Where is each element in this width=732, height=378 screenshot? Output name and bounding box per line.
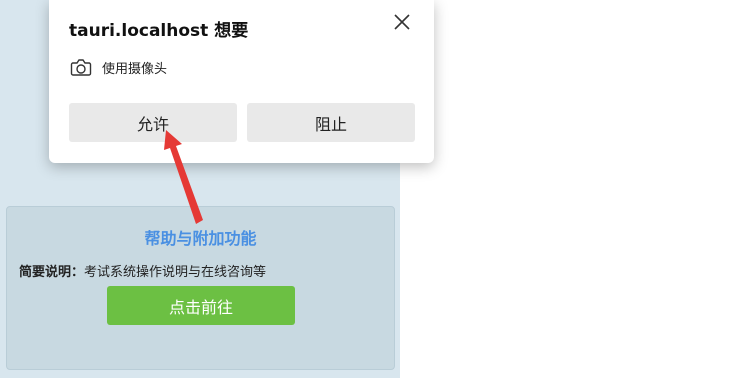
- permission-row: 使用摄像头: [70, 57, 167, 77]
- help-feature-card: 帮助与附加功能 简要说明：考试系统操作说明与在线咨询等 点击前往: [6, 206, 395, 370]
- permission-label: 使用摄像头: [102, 61, 168, 77]
- feature-title: 帮助与附加功能: [144, 229, 257, 248]
- feature-description: 简要说明：考试系统操作说明与在线咨询等: [19, 261, 266, 280]
- allow-button[interactable]: 允许: [69, 103, 237, 142]
- close-icon[interactable]: [392, 12, 412, 32]
- permission-dialog: tauri.localhost 想要 使用摄像头 允许 阻止: [49, 0, 434, 163]
- camera-icon: [70, 57, 92, 77]
- dialog-title: tauri.localhost 想要: [69, 21, 249, 41]
- description-label: 简要说明：: [19, 265, 85, 280]
- block-button[interactable]: 阻止: [247, 103, 415, 142]
- go-button[interactable]: 点击前往: [107, 286, 295, 325]
- description-text: 考试系统操作说明与在线咨询等: [84, 265, 267, 280]
